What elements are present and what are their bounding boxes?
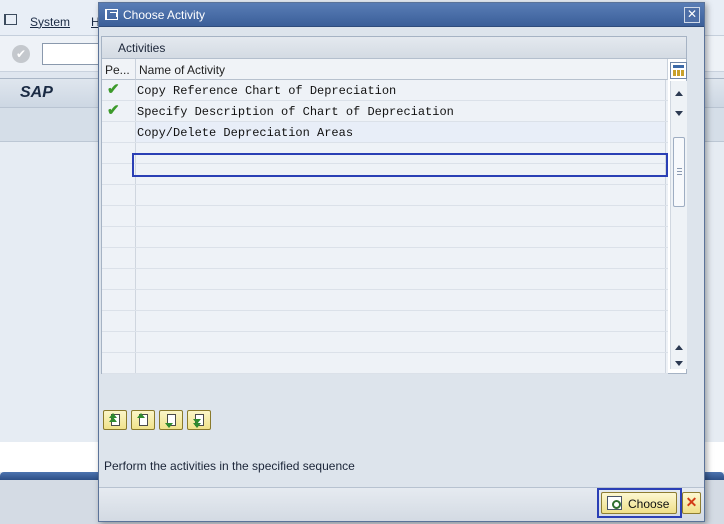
table-row[interactable] [102, 185, 668, 206]
selection-highlight [132, 153, 668, 177]
command-field[interactable] [42, 43, 102, 65]
menu-system[interactable]: System [30, 15, 70, 29]
table-row[interactable] [102, 227, 668, 248]
status-cell [102, 290, 136, 310]
window-menu-icon[interactable] [4, 14, 17, 25]
activity-name-cell[interactable] [136, 185, 666, 205]
vertical-scrollbar[interactable] [670, 81, 687, 369]
status-cell [102, 269, 136, 289]
status-cell [102, 248, 136, 268]
last-item-button[interactable] [187, 410, 211, 430]
table-row[interactable] [102, 290, 668, 311]
scroll-page-up-icon[interactable] [675, 345, 683, 350]
table-row[interactable] [102, 248, 668, 269]
activity-name-cell[interactable] [136, 332, 666, 352]
table-row[interactable]: Copy/Delete Depreciation Areas [102, 122, 668, 143]
dialog-title-bar[interactable]: Choose Activity ✕ [99, 3, 704, 27]
activity-name-cell[interactable] [136, 248, 666, 268]
table-row[interactable]: ✔ Copy Reference Chart of Depreciation [102, 80, 668, 101]
status-cell [102, 311, 136, 331]
status-cell: ✔ [102, 101, 136, 121]
activity-name-cell[interactable]: Specify Description of Chart of Deprecia… [136, 101, 666, 121]
scroll-down-icon[interactable] [675, 111, 683, 116]
status-cell [102, 185, 136, 205]
scroll-page-down-icon[interactable] [675, 361, 683, 366]
table-row[interactable] [102, 311, 668, 332]
scroll-up-icon[interactable] [675, 91, 683, 96]
column-header-status[interactable]: Pe... [102, 59, 136, 80]
instruction-text: Perform the activities in the specified … [104, 459, 355, 473]
status-cell [102, 122, 136, 142]
dialog-title: Choose Activity [123, 8, 206, 22]
activity-name-cell[interactable] [136, 311, 666, 331]
status-cell [102, 227, 136, 247]
activity-name-cell[interactable] [136, 269, 666, 289]
status-cell [102, 353, 136, 373]
activity-name-cell[interactable] [136, 227, 666, 247]
table-row[interactable] [102, 206, 668, 227]
activity-name-cell[interactable]: Copy/Delete Depreciation Areas [136, 122, 666, 142]
activity-name-cell[interactable]: Copy Reference Chart of Depreciation [136, 80, 666, 100]
previous-item-button[interactable] [131, 410, 155, 430]
activity-name-cell[interactable] [136, 353, 666, 373]
checkmark-icon: ✔ [107, 81, 120, 98]
next-item-button[interactable] [159, 410, 183, 430]
cancel-button[interactable]: ✕ [682, 492, 701, 514]
table-row[interactable] [102, 269, 668, 290]
window-menu-icon[interactable] [105, 9, 118, 20]
checkmark-icon: ✔ [107, 102, 120, 119]
scroll-thumb[interactable] [673, 137, 685, 207]
panel-title: Activities [118, 41, 166, 55]
status-cell: ✔ [102, 80, 136, 100]
close-button[interactable]: ✕ [684, 7, 700, 23]
status-cell [102, 143, 136, 163]
activities-panel: Activities Pe... Name of Activity ✔ Copy … [101, 36, 687, 374]
status-cell [102, 206, 136, 226]
screen-title: SAP [20, 84, 53, 101]
column-header-name[interactable]: Name of Activity [136, 59, 668, 80]
activity-name-cell[interactable] [136, 290, 666, 310]
table-settings-icon[interactable] [670, 62, 687, 79]
status-cell [102, 332, 136, 352]
choose-button[interactable]: Choose [601, 492, 677, 514]
first-item-button[interactable] [103, 410, 127, 430]
choose-activity-dialog: Choose Activity ✕ Activities Pe... Name … [98, 2, 705, 522]
status-cell [102, 164, 136, 184]
table-row[interactable]: ✔ Specify Description of Chart of Depreci… [102, 101, 668, 122]
enter-icon[interactable]: ✔ [12, 45, 30, 63]
choose-label: Choose [628, 497, 670, 511]
panel-header: Activities [102, 37, 686, 59]
choose-magnifier-icon [607, 496, 622, 510]
table-row[interactable] [102, 353, 668, 374]
table-row[interactable] [102, 332, 668, 353]
activity-name-cell[interactable] [136, 206, 666, 226]
